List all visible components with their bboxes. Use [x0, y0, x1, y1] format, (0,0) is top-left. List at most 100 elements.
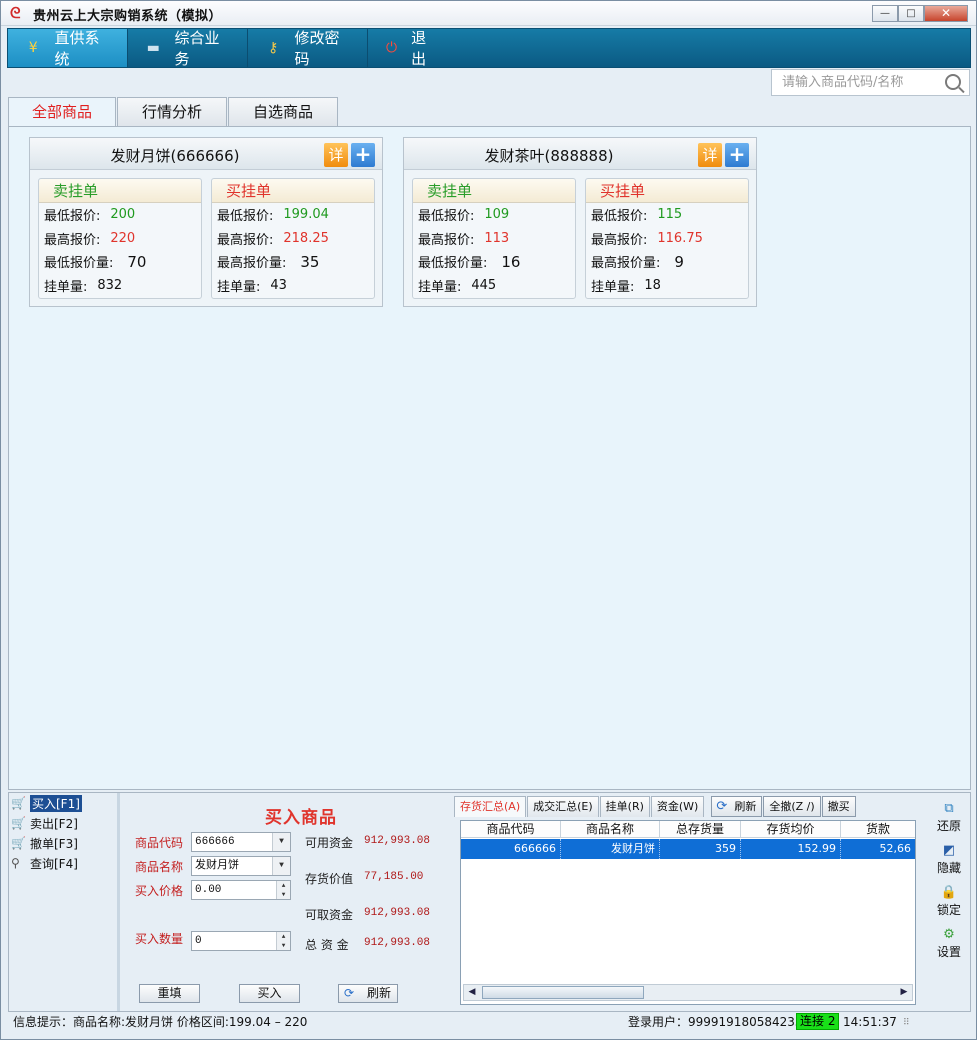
menu-label: 直供系统 — [54, 29, 100, 68]
highest-price-row: 最高报价: 116.75 — [586, 227, 748, 251]
reset-button[interactable]: 重填 — [139, 984, 200, 1003]
search-icon[interactable] — [945, 74, 961, 90]
scroll-right-icon[interactable]: ▶ — [896, 985, 912, 1000]
horizontal-scrollbar[interactable]: ◀ ▶ — [463, 984, 913, 1001]
main-menu: ¥ 直供系统 ▬ 综合业务 ⚷ 修改密码 ⏻ 退出 — [7, 28, 971, 68]
holdings-table: 商品代码 商品名称 总存货量 存货均价 货款 666666 发财月饼 359 1… — [460, 820, 916, 1005]
highest-price-row: 最高报价: 220 — [39, 227, 201, 251]
tab-funds[interactable]: 资金(W) — [650, 796, 705, 817]
spin-arrows-icon[interactable]: ▲ ▼ — [276, 881, 290, 899]
buy-button[interactable]: 买入 — [239, 984, 300, 1003]
highest-price-row: 最高报价: 113 — [413, 227, 575, 251]
price-volume-row: 最高报价量: 35 — [212, 250, 374, 274]
refresh-button[interactable]: ⟳ 刷新 — [338, 984, 398, 1003]
scroll-left-icon[interactable]: ◀ — [464, 985, 480, 1000]
holdings-refresh-button[interactable]: ⟳ 刷新 — [711, 796, 763, 817]
product-name-select[interactable]: 发财月饼 ▼ — [191, 856, 291, 876]
detail-button[interactable]: 详 — [698, 143, 722, 167]
nav-query[interactable]: ⚲ 查询[F4] — [9, 853, 117, 873]
product-card: 发财茶叶(888888) 详 + 卖挂单 最低报价: 109 最高报价: 113 最… — [403, 137, 757, 307]
minimize-button[interactable]: — — [872, 5, 898, 22]
tab-inventory-summary[interactable]: 存货汇总(A) — [454, 796, 527, 817]
row-value: 218.25 — [283, 230, 329, 246]
restore-button[interactable]: ⧉ 还原 — [928, 801, 970, 834]
lock-button[interactable]: 🔒 锁定 — [928, 885, 970, 918]
table-cell: 359 — [660, 839, 741, 859]
row-label: 最高报价: — [418, 232, 475, 248]
add-watchlist-button[interactable]: + — [351, 143, 375, 167]
product-code-select[interactable]: 666666 ▼ — [191, 832, 291, 852]
spin-arrows-icon[interactable]: ▲ ▼ — [276, 932, 290, 950]
detail-button[interactable]: 详 — [324, 143, 348, 167]
clock: 14:51:37 — [843, 1015, 897, 1029]
field-value: 发财月饼 — [195, 860, 239, 872]
button-label: 还原 — [936, 819, 961, 833]
product-board: 发财月饼(666666) 详 + 卖挂单 最低报价: 200 最高报价: 220 最… — [8, 126, 971, 790]
row-label: 最低报价量: — [418, 256, 488, 272]
tab-all-products[interactable]: 全部商品 — [8, 97, 116, 127]
window-title: 贵州云上大宗购销系统（模拟） — [33, 9, 223, 24]
row-value: 199.04 — [283, 207, 329, 223]
field-value: 0 — [195, 935, 202, 947]
menu-direct-supply[interactable]: ¥ 直供系统 — [8, 29, 128, 68]
menu-exit[interactable]: ⏻ 退出 — [368, 29, 488, 68]
nav-buy[interactable]: 🛒 买入[F1] — [9, 793, 117, 813]
row-label: 最高报价: — [591, 232, 648, 248]
order-count-row: 挂单量: 832 — [39, 274, 201, 298]
button-label: 设置 — [936, 945, 961, 959]
inventory-value-label: 存货价值 — [305, 872, 354, 886]
table-row[interactable]: 666666 发财月饼 359 152.99 52,66 — [461, 839, 915, 859]
sell-orders-title: 卖挂单 — [413, 179, 575, 203]
column-header[interactable]: 存货均价 — [741, 821, 841, 838]
card-header: 发财月饼(666666) 详 + — [30, 138, 382, 170]
trade-nav: 🛒 买入[F1] 🛒 卖出[F2] 🛒 撤单[F3] ⚲ 查询[F4] — [9, 793, 120, 1011]
sell-orders-panel: 卖挂单 最低报价: 109 最高报价: 113 最低报价量: 16 挂单量: 445 — [412, 178, 576, 299]
row-label: 最高报价: — [44, 232, 101, 248]
tab-orders[interactable]: 挂单(R) — [599, 796, 650, 817]
table-cell: 666666 — [461, 839, 561, 859]
close-button[interactable]: ✕ — [924, 5, 968, 22]
scroll-thumb[interactable] — [482, 986, 644, 999]
code-label: 商品代码 — [135, 836, 184, 850]
power-icon: ⏻ — [386, 40, 398, 56]
lowest-price-row: 最低报价: 199.04 — [212, 203, 374, 227]
resize-grip-icon[interactable]: ⠿ — [903, 1014, 910, 1032]
tab-watchlist[interactable]: 自选商品 — [228, 97, 338, 126]
menu-change-password[interactable]: ⚷ 修改密码 — [248, 29, 368, 68]
tab-trade-summary[interactable]: 成交汇总(E) — [527, 796, 599, 817]
status-bar: 信息提示：商品名称:发财月饼 价格区间:199.04 – 220 登录用户：99… — [8, 1013, 971, 1033]
price-volume-row: 最低报价量: 16 — [413, 250, 575, 274]
nav-sell[interactable]: 🛒 卖出[F2] — [9, 813, 117, 833]
cancel-buy-button[interactable]: 撤买 — [821, 796, 856, 817]
chevron-down-icon[interactable]: ▼ — [272, 833, 290, 851]
hide-button[interactable]: ◩ 隐藏 — [928, 843, 970, 876]
product-tabs: 全部商品 行情分析 自选商品 — [8, 97, 339, 127]
cancel-all-button[interactable]: 全撤(Z /) — [763, 796, 821, 817]
row-label: 最高报价量: — [217, 256, 287, 272]
inventory-value-value: 77,185.00 — [364, 871, 424, 883]
restore-icon: ⧉ — [944, 801, 954, 816]
cart-icon: 🛒 — [11, 836, 26, 850]
add-watchlist-button[interactable]: + — [725, 143, 749, 167]
menu-label: 退出 — [411, 29, 457, 68]
monitor-icon: ▬ — [146, 40, 160, 56]
column-header[interactable]: 总存货量 — [660, 821, 741, 838]
quantity-stepper[interactable]: 0 ▲ ▼ — [191, 931, 291, 951]
row-label: 挂单量: — [418, 279, 462, 295]
chevron-down-icon[interactable]: ▼ — [272, 857, 290, 875]
lowest-price-row: 最低报价: 109 — [413, 203, 575, 227]
column-header[interactable]: 商品名称 — [561, 821, 660, 838]
column-header[interactable]: 货款 — [841, 821, 915, 838]
settings-button[interactable]: ⚙ 设置 — [928, 927, 970, 960]
tab-market-analysis[interactable]: 行情分析 — [117, 97, 227, 126]
search-input[interactable] — [772, 70, 937, 95]
price-stepper[interactable]: 0.00 ▲ ▼ — [191, 880, 291, 900]
menu-general-business[interactable]: ▬ 综合业务 — [128, 29, 248, 68]
cart-icon: 🛒 — [11, 796, 26, 810]
maximize-button[interactable]: □ — [898, 5, 924, 22]
nav-cancel[interactable]: 🛒 撤单[F3] — [9, 833, 117, 853]
table-cell: 发财月饼 — [561, 839, 660, 859]
column-header[interactable]: 商品代码 — [461, 821, 561, 838]
connection-badge: 连接 2 — [796, 1013, 840, 1030]
row-label: 最低报价: — [217, 209, 274, 225]
